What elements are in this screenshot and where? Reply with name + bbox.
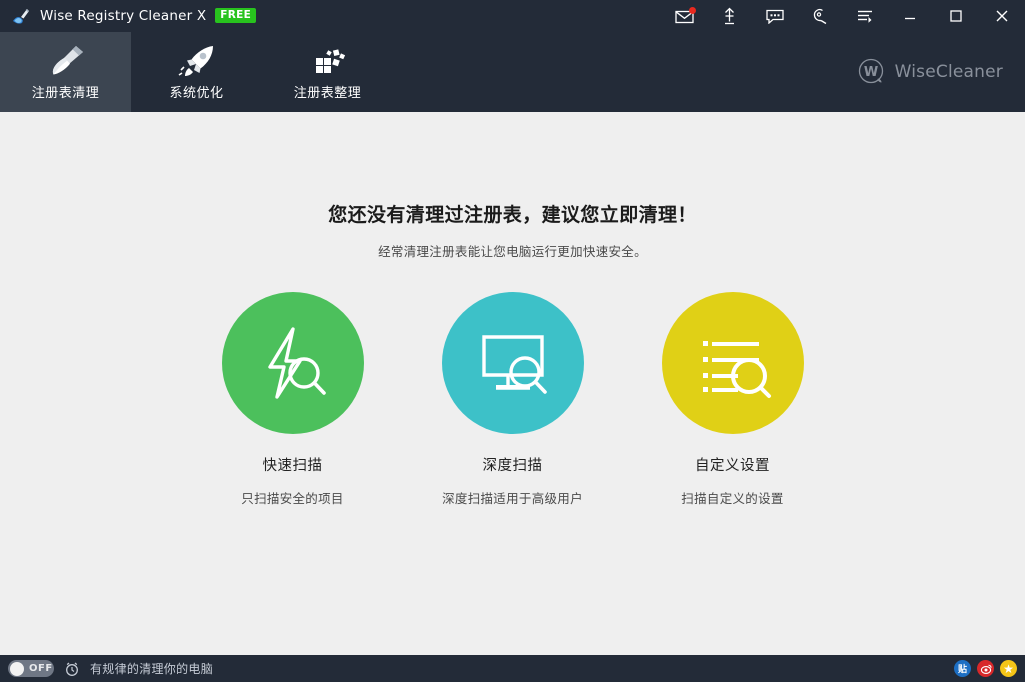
window-title: Wise Registry Cleaner X <box>40 8 207 24</box>
wisecleaner-w-logo: W <box>858 58 883 84</box>
free-badge: FREE <box>215 7 257 23</box>
action-title: 深度扫描 <box>482 458 543 474</box>
tieba-label: 贴 <box>957 665 967 675</box>
deep-scan-action[interactable]: 深度扫描 深度扫描适用于高级用户 <box>441 292 584 507</box>
star-label: ★ <box>1003 661 1014 676</box>
feedback-icon[interactable] <box>752 0 797 32</box>
tab-label: 注册表清理 <box>31 85 100 101</box>
action-title: 自定义设置 <box>695 458 770 474</box>
title-bar: Wise Registry Cleaner X FREE <box>0 0 1025 32</box>
brush-icon <box>46 44 86 78</box>
mail-notification-dot <box>689 7 696 14</box>
page-title: 您还没有清理过注册表，建议您立即清理！ <box>328 204 697 226</box>
lightning-search-icon <box>221 292 364 434</box>
monitor-search-icon <box>441 292 584 434</box>
support-icon[interactable] <box>797 0 842 32</box>
custom-scan-action[interactable]: 自定义设置 扫描自定义的设置 <box>661 292 804 507</box>
status-text: 有规律的清理你的电脑 <box>90 662 214 676</box>
upgrade-icon[interactable] <box>707 0 752 32</box>
app-icon <box>10 5 32 27</box>
main-content: 您还没有清理过注册表，建议您立即清理！ 经常清理注册表能让您电脑运行更加快速安全… <box>0 112 1025 655</box>
page-subtitle: 经常清理注册表能让您电脑运行更加快速安全。 <box>378 244 647 259</box>
tieba-icon[interactable]: 贴 <box>954 660 971 677</box>
application-window: Wise Registry Cleaner X FREE 注册表清理 系统优化 … <box>0 0 1025 682</box>
schedule-toggle[interactable]: OFF <box>8 660 54 677</box>
menu-icon[interactable] <box>842 0 887 32</box>
tab-label: 注册表整理 <box>293 85 362 101</box>
maximize-button[interactable] <box>933 0 979 32</box>
weibo-icon[interactable] <box>977 660 994 677</box>
toggle-knob <box>10 661 24 676</box>
tab-label: 系统优化 <box>169 85 224 101</box>
rocket-icon <box>177 44 217 78</box>
tab-registry-cleaner[interactable]: 注册表清理 <box>0 32 131 112</box>
list-search-icon <box>661 292 804 434</box>
action-desc: 扫描自定义的设置 <box>681 491 784 506</box>
close-button[interactable] <box>979 0 1025 32</box>
alarm-clock-icon[interactable] <box>64 661 80 677</box>
action-desc: 只扫描安全的项目 <box>241 491 344 506</box>
tab-system-optimize[interactable]: 系统优化 <box>131 32 262 112</box>
scan-actions: 快速扫描 只扫描安全的项目 深度扫描 深度扫描适用于高级用户 自定义设置 扫描自… <box>221 292 804 507</box>
svg-text:W: W <box>863 65 877 80</box>
social-links: 贴 ★ <box>954 660 1017 677</box>
quick-scan-action[interactable]: 快速扫描 只扫描安全的项目 <box>221 292 364 507</box>
mail-icon[interactable] <box>662 0 707 32</box>
defrag-blocks-icon <box>308 44 348 78</box>
favorite-star-icon[interactable]: ★ <box>1000 660 1017 677</box>
action-title: 快速扫描 <box>262 458 323 474</box>
toggle-state-label: OFF <box>29 663 53 674</box>
minimize-button[interactable] <box>887 0 933 32</box>
status-bar: OFF 有规律的清理你的电脑 贴 ★ <box>0 655 1025 682</box>
action-desc: 深度扫描适用于高级用户 <box>442 491 583 506</box>
brand-logo: W WiseCleaner <box>857 57 1003 87</box>
titlebar-actions <box>662 0 1025 32</box>
brand-text: WiseCleaner <box>894 62 1003 82</box>
tab-registry-defrag[interactable]: 注册表整理 <box>262 32 393 112</box>
main-navigation: 注册表清理 系统优化 注册表整理 W WiseCleaner <box>0 32 1025 112</box>
